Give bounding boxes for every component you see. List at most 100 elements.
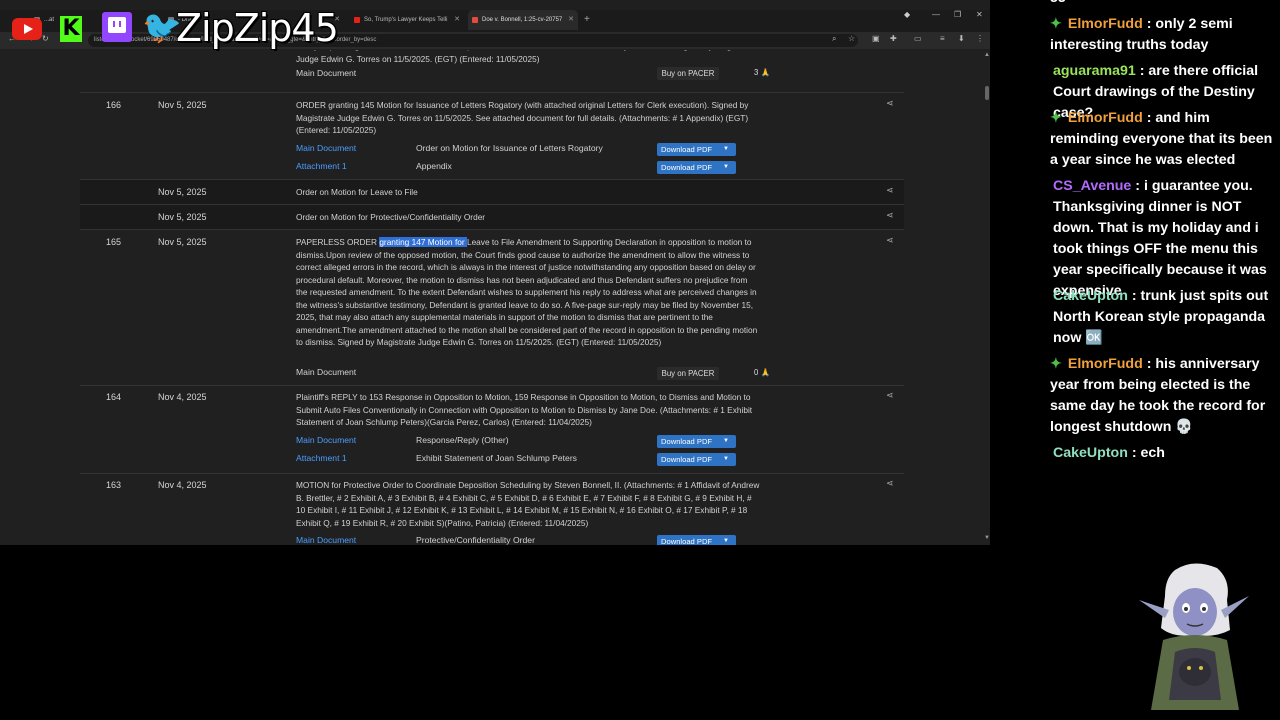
main-document-label: Main Document — [296, 367, 357, 377]
streamer-handle: ZipZip45 — [176, 6, 339, 50]
pray-icon: 🙏 — [760, 368, 771, 377]
prayer-count[interactable]: 0 🙏 — [754, 368, 770, 377]
settings-icon[interactable]: ≡ — [940, 34, 945, 43]
download-pdf-button[interactable]: Download PDF ▼ — [657, 453, 736, 466]
chat-username[interactable]: aguarama91 — [1053, 63, 1136, 79]
buy-on-pacer-button[interactable]: Buy on PACER — [657, 67, 719, 80]
browser-window: ...at - Dram ✕ So, Trump's Lawyer Keeps T… — [0, 0, 990, 545]
attachment-link[interactable]: Attachment 1 — [296, 161, 347, 171]
main-document-link[interactable]: Main Document — [296, 535, 356, 545]
prayer-count-value: 3 — [754, 68, 759, 77]
scrollbar-thumb[interactable] — [985, 86, 989, 100]
new-tab-button[interactable]: + — [584, 10, 590, 30]
share-icon[interactable]: ⋖ — [886, 478, 894, 489]
subscriber-badge-icon: ✦ — [1050, 110, 1062, 126]
document-description: Protective/Confidentiality Order — [416, 535, 535, 545]
youtube-favicon-icon — [354, 17, 360, 23]
chat-message: CakeUpton : ech — [1050, 443, 1280, 464]
bookmark-star-icon[interactable]: ☆ — [848, 34, 855, 43]
sidebar-icon[interactable]: ▭ — [914, 34, 922, 43]
chevron-down-icon: ▼ — [723, 164, 729, 170]
selected-text: granting 147 Motion for — [379, 237, 467, 247]
download-pdf-button[interactable]: Download PDF ▼ — [657, 161, 736, 174]
tab-3[interactable]: So, Trump's Lawyer Keeps Telli ✕ — [350, 10, 464, 30]
chat-username[interactable]: ElmorFudd — [1068, 356, 1143, 372]
close-window-icon[interactable]: ✕ — [976, 10, 983, 19]
entry-date: Nov 5, 2025 — [158, 187, 207, 197]
entry-text: Order on Motion for Leave to File — [296, 187, 418, 197]
entry-date: Nov 5, 2025 — [158, 237, 207, 247]
tab-label: Doe v. Bonnell, 1:25-cv-20757 — [482, 17, 563, 23]
elf-mascot-image — [1139, 563, 1249, 710]
main-document-link[interactable]: Main Document — [296, 435, 356, 445]
chat-username[interactable]: CakeUpton — [1053, 445, 1128, 461]
scroll-up-arrow-icon[interactable]: ▲ — [984, 52, 990, 58]
entry-text: ...stayed pending resolution of the moti… — [296, 50, 754, 64]
document-description: Response/Reply (Other) — [416, 435, 509, 445]
entry-number: 164 — [106, 392, 122, 402]
tab-4-active[interactable]: Doe v. Bonnell, 1:25-cv-20757 ✕ — [468, 10, 578, 30]
download-pdf-button[interactable]: Download PDF ▼ — [657, 535, 736, 545]
chat-username[interactable]: CakeUpton — [1053, 288, 1128, 304]
chat-fragment: 55 — [1050, 0, 1280, 9]
youtube-icon — [12, 18, 42, 40]
chat-username[interactable]: CS_Avenue — [1053, 178, 1131, 194]
minimize-icon[interactable]: — — [932, 10, 940, 19]
share-icon[interactable]: ⋖ — [886, 210, 894, 221]
entry-date: Nov 5, 2025 — [158, 212, 207, 222]
puzzle-icon[interactable]: ✚ — [890, 34, 897, 43]
subscriber-badge-icon: ✦ — [1050, 16, 1062, 32]
prayer-count-value: 0 — [754, 368, 759, 377]
entry-text: MOTION for Protective Order to Coordinat… — [296, 480, 760, 528]
scroll-down-arrow-icon[interactable]: ▼ — [984, 535, 990, 541]
chat-username[interactable]: ElmorFudd — [1068, 16, 1143, 32]
maximize-icon[interactable]: ❐ — [954, 10, 961, 19]
share-icon[interactable]: ⋖ — [886, 235, 894, 246]
chat-username[interactable]: ElmorFudd — [1068, 110, 1143, 126]
share-icon[interactable]: ⋖ — [886, 390, 894, 401]
chat-separator: : — [1127, 288, 1141, 304]
extensions-icon[interactable]: ◆ — [904, 10, 910, 19]
chat-message: ✦ ElmorFudd : his anniversary year from b… — [1050, 354, 1280, 438]
stream-chat: 55 ✦ElmorFudd : only 2 semi interesting … — [1044, 0, 1280, 470]
entry-text-lead: PAPERLESS ORDER — [296, 237, 380, 247]
chevron-down-icon: ▼ — [723, 456, 729, 462]
entry-number: 165 — [106, 237, 122, 247]
download-pdf-button[interactable]: Download PDF ▼ — [657, 435, 736, 448]
kick-icon: K — [60, 16, 82, 42]
buy-on-pacer-button[interactable]: Buy on PACER — [657, 367, 719, 380]
main-document-label: Main Document — [296, 68, 357, 78]
chevron-down-icon: ▼ — [723, 538, 729, 544]
docket-entry-164: 164 Nov 4, 2025 Plaintiff's REPLY to 153… — [80, 386, 904, 474]
courtlistener-favicon-icon — [472, 17, 478, 23]
prayer-count[interactable]: 3 🙏 — [754, 68, 770, 77]
download-pdf-label: Download PDF — [661, 537, 713, 545]
share-icon[interactable]: ⋖ — [886, 98, 894, 109]
close-icon[interactable]: ✕ — [454, 10, 460, 30]
chat-separator: : — [1135, 63, 1149, 79]
attachment-description: Exhibit Statement of Joan Schlump Peters — [416, 453, 577, 463]
pray-icon: 🙏 — [760, 68, 771, 77]
tab-label: ...at — [44, 17, 55, 23]
menu-icon[interactable]: ⋮ — [976, 34, 984, 43]
entry-date: Nov 4, 2025 — [158, 392, 207, 402]
main-document-link[interactable]: Main Document — [296, 143, 356, 153]
download-icon[interactable]: ⬇ — [958, 34, 965, 43]
chat-text: i guarantee you. Thanksgiving dinner is … — [1053, 178, 1267, 299]
share-icon[interactable]: ⋖ — [886, 185, 894, 196]
reload-icon[interactable]: ↻ — [42, 34, 49, 43]
search-icon[interactable]: ⌕ — [832, 34, 836, 44]
attachment-link[interactable]: Attachment 1 — [296, 453, 347, 463]
chat-message: ✦ ElmorFudd : and him reminding everyone … — [1050, 108, 1280, 171]
extension-icon[interactable]: ▣ — [872, 34, 880, 43]
download-pdf-label: Download PDF — [661, 145, 713, 154]
chat-separator: : — [1142, 110, 1156, 126]
close-icon[interactable]: ✕ — [568, 10, 574, 30]
entry-text: Order on Motion for Protective/Confident… — [296, 212, 486, 222]
subscriber-badge-icon: ✦ — [1050, 356, 1062, 372]
entry-text: PAPERLESS ORDER granting 147 Motion for … — [296, 236, 758, 349]
attachment-description: Appendix — [416, 161, 452, 171]
docket-page: ...stayed pending resolution of the moti… — [0, 50, 990, 545]
document-description: Order on Motion for Issuance of Letters … — [416, 143, 603, 153]
download-pdf-button[interactable]: Download PDF ▼ — [657, 143, 736, 156]
